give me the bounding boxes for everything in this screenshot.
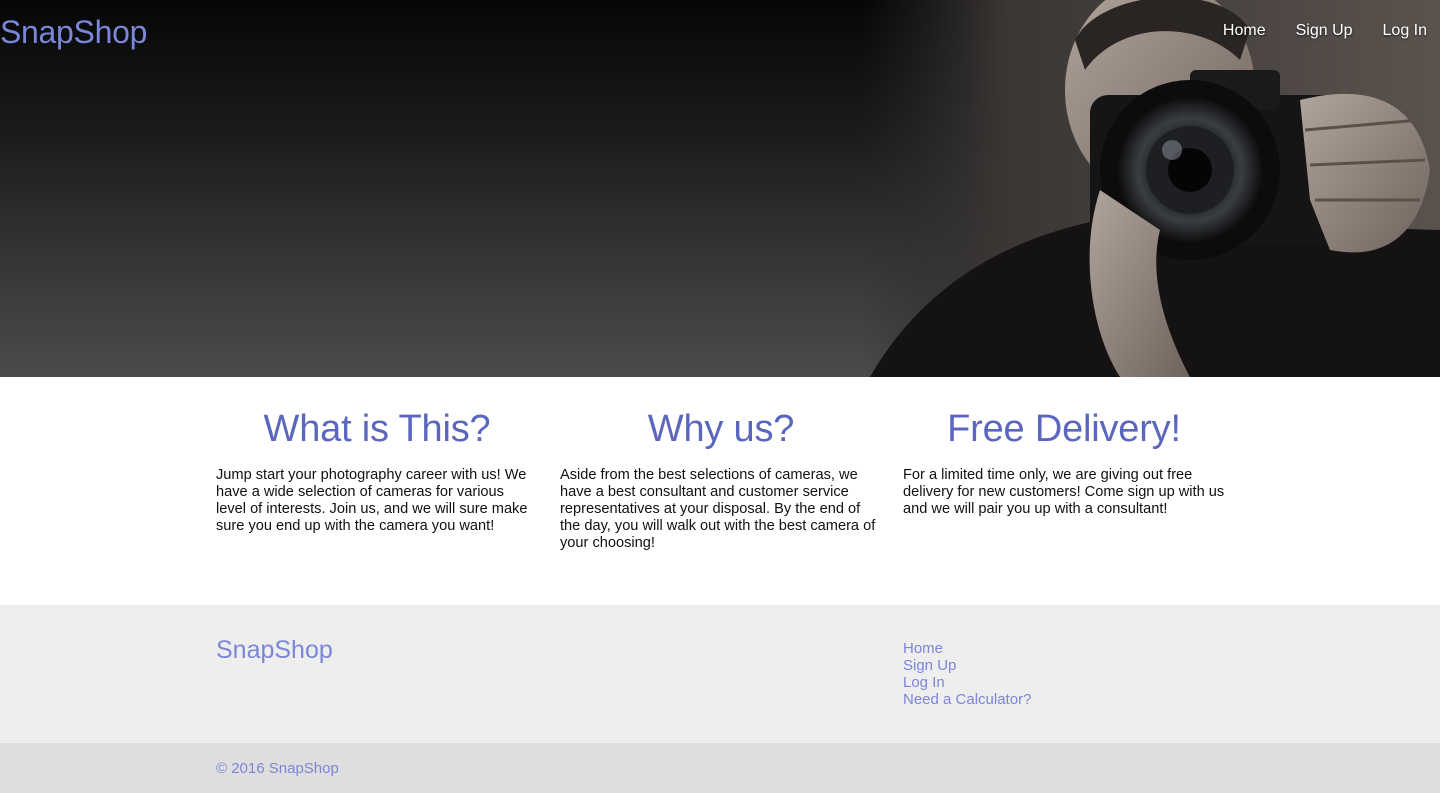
footer-home-link[interactable]: Home (903, 640, 1031, 657)
footer-brand: SnapShop (216, 636, 333, 664)
footer-log-in-link[interactable]: Log In (903, 674, 1031, 691)
hero-banner: SnapShop Home Sign Up Log In (0, 0, 1440, 377)
copyright-text: © 2016 SnapShop (216, 760, 339, 777)
nav-log-in-link[interactable]: Log In (1383, 22, 1427, 40)
feature-title: Free Delivery! (947, 408, 1181, 450)
photographer-image (860, 0, 1440, 377)
feature-free-delivery: Free Delivery! For a limited time only, … (903, 407, 1225, 518)
footer-links: Home Sign Up Log In Need a Calculator? (903, 640, 1031, 708)
footer: SnapShop Home Sign Up Log In Need a Calc… (0, 605, 1440, 743)
footer-sign-up-link[interactable]: Sign Up (903, 657, 1031, 674)
feature-why-us: Why us? Aside from the best selections o… (560, 407, 882, 552)
copyright-bar: © 2016 SnapShop (0, 743, 1440, 793)
nav-sign-up-link[interactable]: Sign Up (1296, 22, 1353, 40)
feature-text: Aside from the best selections of camera… (560, 467, 876, 551)
top-nav: Home Sign Up Log In (1193, 22, 1427, 40)
footer-calculator-link[interactable]: Need a Calculator? (903, 691, 1031, 708)
features-section: What is This? Jump start your photograph… (0, 377, 1440, 605)
feature-what-is-this: What is This? Jump start your photograph… (216, 407, 538, 535)
nav-home-link[interactable]: Home (1223, 22, 1266, 40)
feature-title: What is This? (263, 408, 491, 450)
feature-text: Jump start your photography career with … (216, 467, 528, 534)
feature-text: For a limited time only, we are giving o… (903, 467, 1225, 517)
brand-logo[interactable]: SnapShop (0, 14, 147, 51)
feature-title: Why us? (647, 408, 795, 450)
